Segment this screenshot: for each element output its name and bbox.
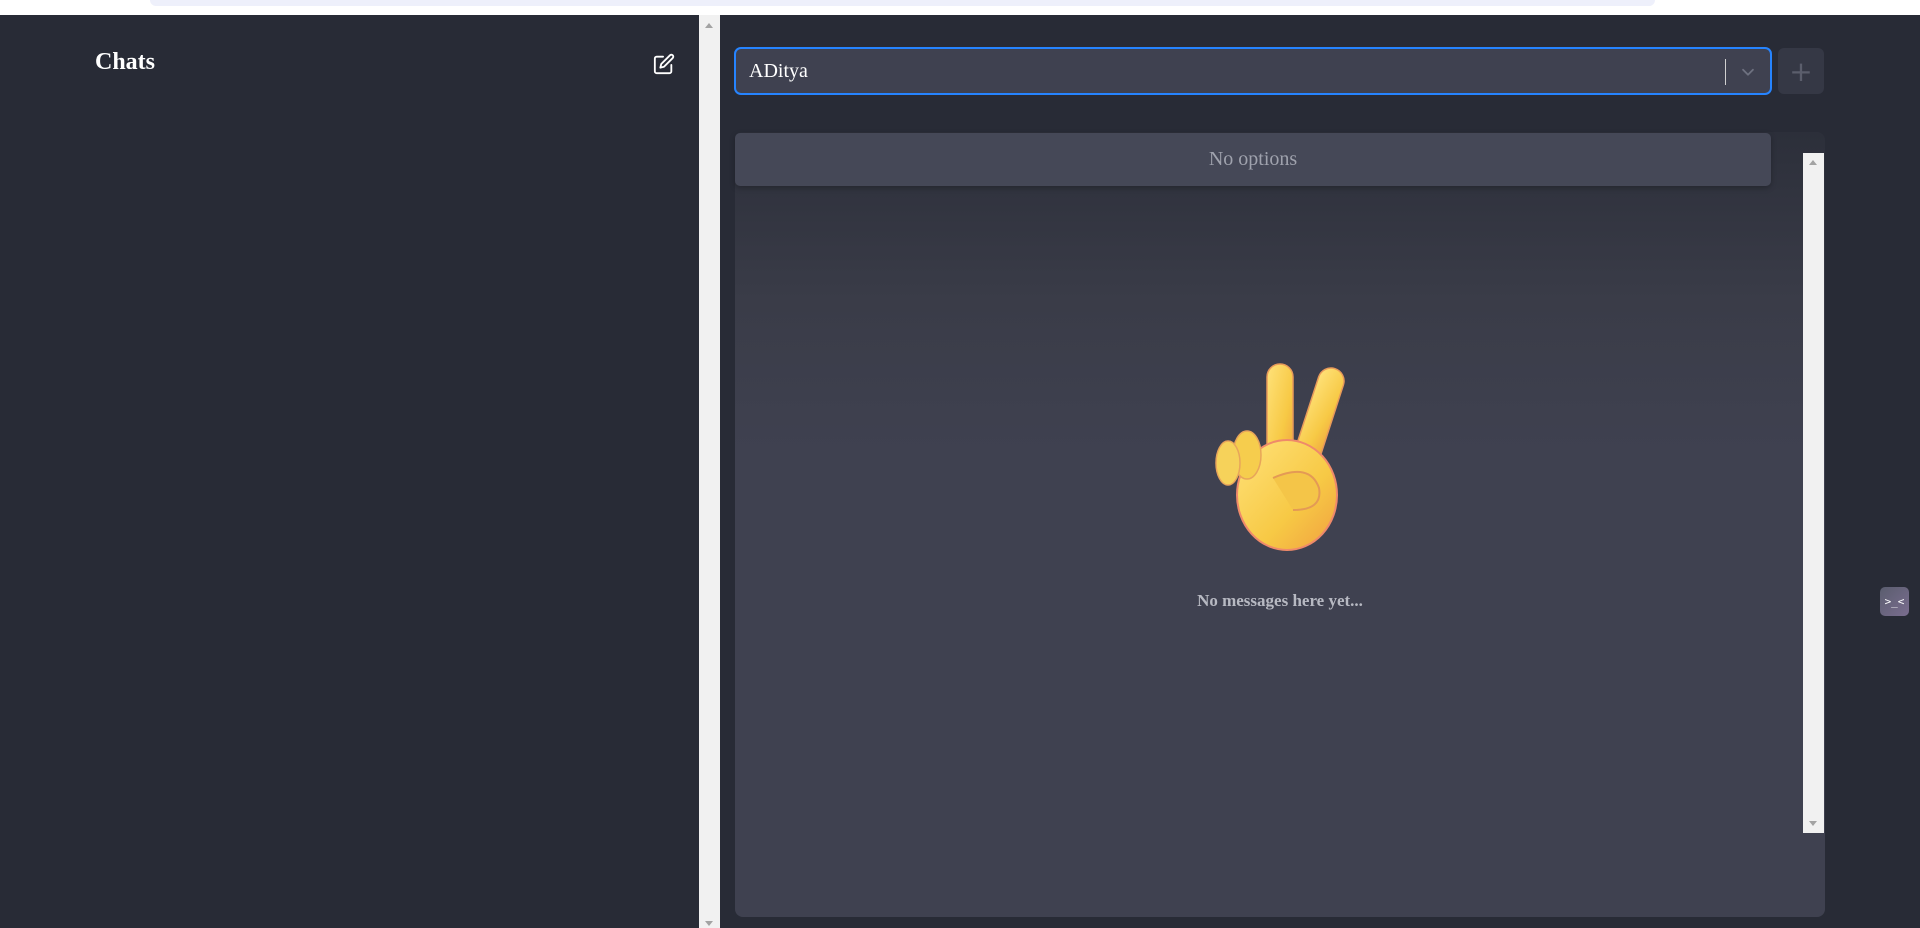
messages-scrollbar[interactable] bbox=[1803, 153, 1824, 833]
scroll-up-arrow-icon[interactable] bbox=[1809, 160, 1817, 165]
chevron-down-icon[interactable] bbox=[1736, 61, 1760, 83]
chats-sidebar: Chats bbox=[0, 15, 699, 928]
new-chat-button[interactable] bbox=[651, 51, 677, 77]
scroll-down-arrow-icon[interactable] bbox=[1809, 821, 1817, 826]
recipient-select-value[interactable]: ADitya bbox=[749, 60, 808, 83]
address-bar-edge bbox=[150, 0, 1655, 6]
edit-square-icon bbox=[653, 53, 675, 75]
add-recipient-button[interactable]: + bbox=[1778, 48, 1824, 94]
scroll-down-arrow-icon[interactable] bbox=[705, 921, 713, 926]
sidebar-scrollbar[interactable] bbox=[699, 15, 720, 928]
browser-top-strip bbox=[0, 0, 1920, 15]
victory-hand-emoji bbox=[1215, 363, 1345, 551]
empty-state-text: No messages here yet... bbox=[1197, 591, 1363, 610]
scroll-up-arrow-icon[interactable] bbox=[705, 23, 713, 28]
select-separator bbox=[1725, 59, 1726, 85]
no-options-message: No options bbox=[1208, 148, 1298, 170]
recipient-select[interactable]: ADitya bbox=[735, 48, 1771, 94]
select-dropdown-menu: No options bbox=[735, 133, 1771, 186]
emoticon-widget-icon[interactable]: >_< bbox=[1880, 587, 1909, 616]
sidebar-title: Chats bbox=[95, 49, 156, 75]
